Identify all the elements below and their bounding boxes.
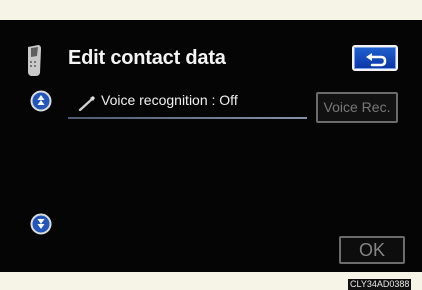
ok-button[interactable]: OK xyxy=(339,236,405,264)
microphone-icon xyxy=(78,96,95,111)
phone-icon xyxy=(28,45,41,76)
voice-rec-button[interactable]: Voice Rec. xyxy=(316,92,398,123)
display-screen: Edit contact data Voice recognition : Of… xyxy=(0,20,422,272)
scroll-up-button[interactable] xyxy=(30,90,52,112)
page-title: Edit contact data xyxy=(68,47,226,69)
return-arrow-icon xyxy=(366,53,387,67)
voice-recognition-row[interactable]: Voice recognition : Off xyxy=(68,90,308,119)
scroll-down-button[interactable] xyxy=(30,213,52,235)
image-code-label: CLY34AD0388 xyxy=(348,279,412,290)
row-divider xyxy=(68,117,307,119)
back-button[interactable] xyxy=(352,45,398,71)
voice-recognition-status: Voice recognition : Off xyxy=(101,92,238,108)
page: Edit contact data Voice recognition : Of… xyxy=(0,0,422,290)
